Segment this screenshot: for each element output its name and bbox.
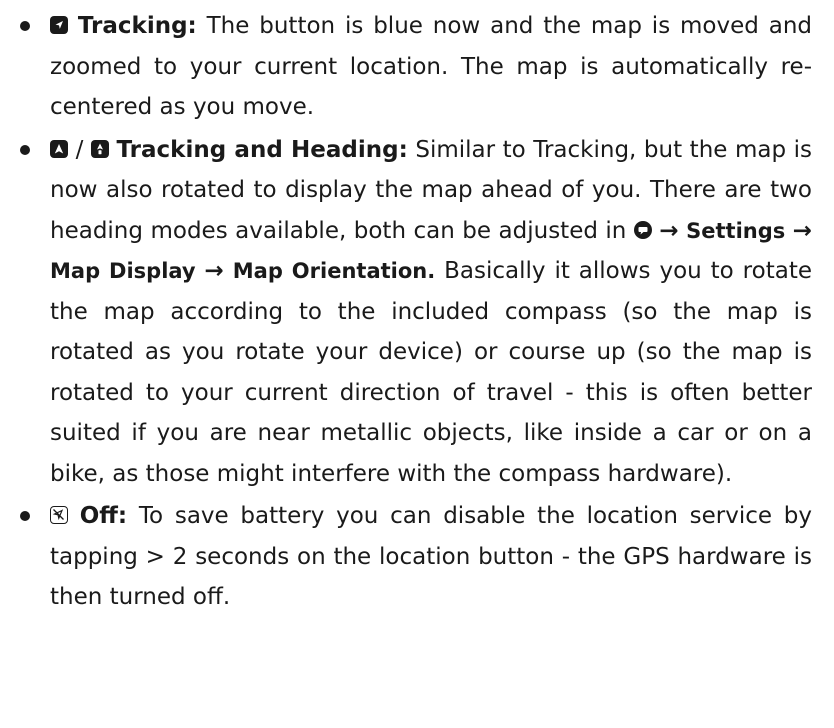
- heading-arrow-icon: [50, 139, 68, 158]
- bullet-list: Tracking: The button is blue now and the…: [16, 6, 812, 618]
- path-arrow: →: [659, 217, 679, 244]
- list-item-tracking-heading: / Tracking and Heading: Similar to Track…: [16, 130, 812, 495]
- path-arrow: →: [204, 258, 224, 284]
- item-title: Tracking and Heading:: [116, 136, 408, 163]
- bullet-dot: [20, 511, 30, 521]
- bullet-dot: [20, 144, 30, 155]
- item-title: Tracking:: [77, 13, 197, 39]
- location-arrow-icon: [50, 16, 68, 34]
- menu-bubble-icon: [633, 220, 652, 239]
- list-item-off: Off: To save battery you can disable the…: [16, 496, 812, 618]
- path-settings: Settings: [686, 218, 786, 243]
- bullet-dot: [20, 21, 30, 31]
- document: Tracking: The button is blue now and the…: [0, 0, 834, 618]
- item-text-b: Basically it al­lows you to rotate the m…: [50, 258, 812, 487]
- icon-separator: /: [75, 136, 84, 163]
- heading-compass-icon: [90, 139, 109, 158]
- path-map-display: Map Display: [50, 259, 196, 283]
- item-title: Off:: [79, 503, 128, 529]
- path-arrow: →: [792, 217, 813, 244]
- item-text: To save battery you can disable the loca…: [50, 503, 812, 610]
- path-map-orientation: Map Orientation.: [232, 259, 436, 283]
- list-item-tracking: Tracking: The button is blue now and the…: [16, 6, 812, 128]
- location-off-icon: [50, 506, 68, 524]
